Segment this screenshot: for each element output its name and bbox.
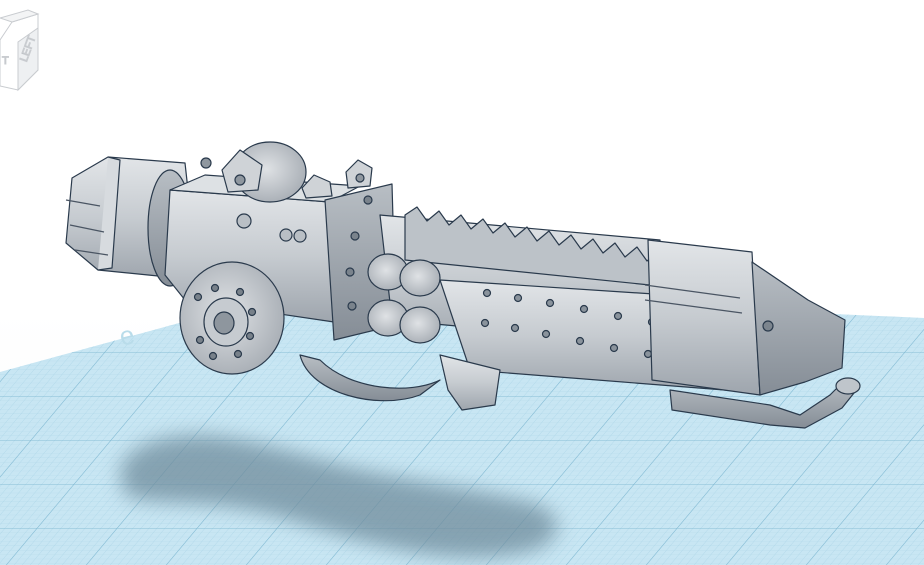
view-cube[interactable]: T LEFT	[0, 9, 40, 92]
scene[interactable]: e T LEFT	[0, 0, 924, 565]
view-cube-front-label: T	[2, 55, 9, 67]
front-cylinder	[647, 239, 761, 396]
3d-viewport[interactable]: e T LEFT	[0, 0, 924, 565]
